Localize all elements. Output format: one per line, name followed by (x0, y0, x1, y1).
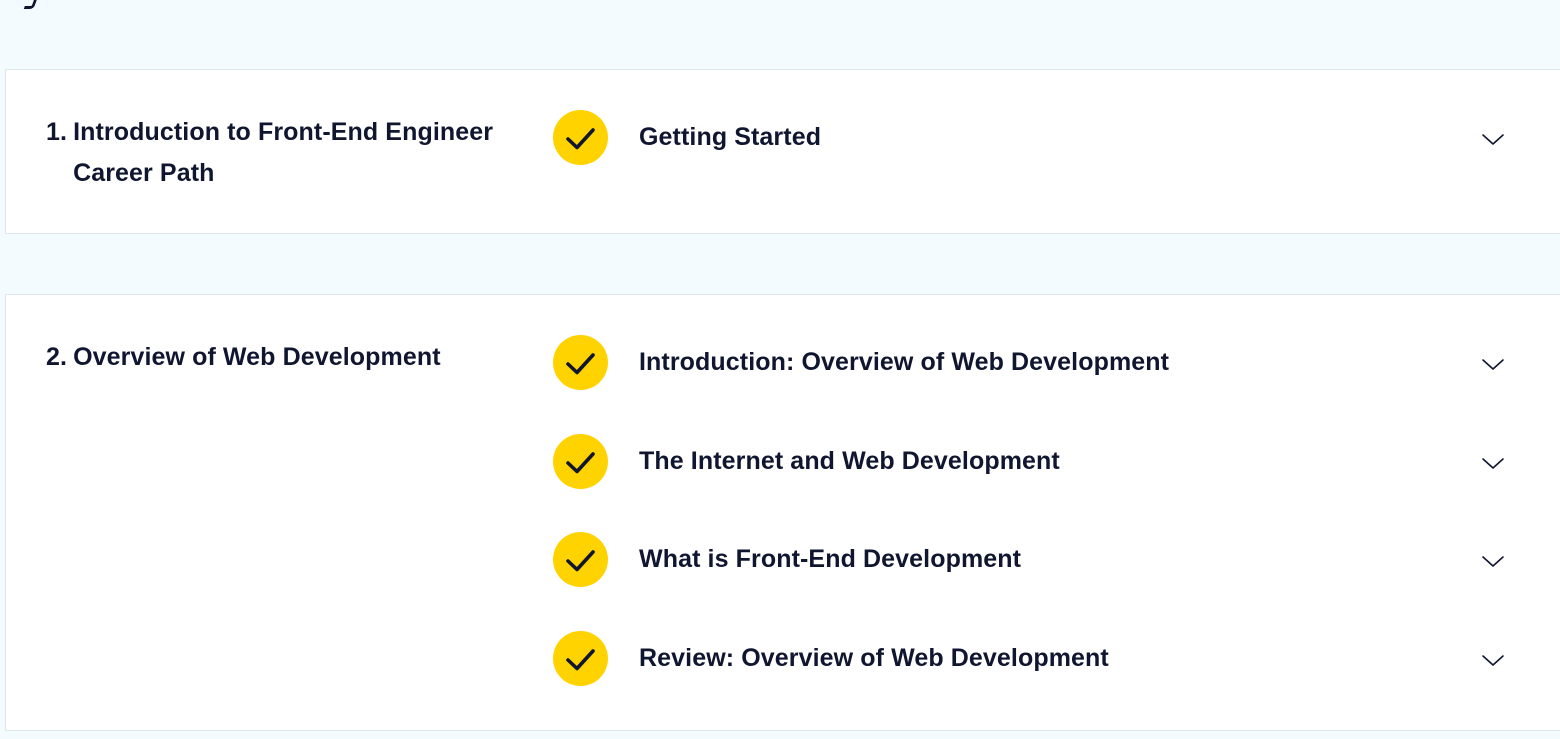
lesson-title[interactable]: What is Front-End Development (639, 542, 1021, 576)
checkmark-icon (553, 532, 608, 587)
lesson-title[interactable]: Introduction: Overview of Web Developmen… (639, 345, 1169, 379)
module-name: Overview of Web Development (73, 343, 441, 371)
lesson-item[interactable]: The Internet and Web Development (551, 433, 1521, 533)
checkmark-icon (553, 335, 608, 390)
lesson-item[interactable]: Review: Overview of Web Development (551, 630, 1521, 730)
module-card-1: 1. Introduction to Front-End Engineer Ca… (5, 69, 1560, 234)
module-card-2: 2. Overview of Web Development Introduct… (5, 294, 1560, 731)
module-title: 1. Introduction to Front-End Engineer Ca… (46, 112, 526, 194)
lesson-item[interactable]: Getting Started (551, 110, 1521, 209)
lesson-item[interactable]: What is Front-End Development (551, 532, 1521, 631)
chevron-down-icon[interactable] (1478, 353, 1508, 377)
chevron-down-icon[interactable] (1478, 649, 1508, 673)
checkmark-icon (553, 433, 608, 489)
checkmark-icon (553, 630, 608, 686)
cut-off-heading-fragment (23, 0, 39, 9)
module-name: Introduction to Front-End Engineer Caree… (73, 118, 494, 187)
checkmark-icon (553, 110, 608, 165)
lesson-list: Getting Started (551, 110, 1521, 209)
lesson-title[interactable]: Getting Started (639, 120, 821, 154)
chevron-down-icon[interactable] (1478, 128, 1508, 152)
module-number: 2. (46, 343, 68, 371)
chevron-down-icon[interactable] (1478, 452, 1508, 476)
lesson-title[interactable]: Review: Overview of Web Development (639, 641, 1109, 675)
chevron-down-icon[interactable] (1478, 550, 1508, 574)
module-number: 1. (46, 118, 68, 146)
lesson-item[interactable]: Introduction: Overview of Web Developmen… (551, 335, 1521, 434)
lesson-list: Introduction: Overview of Web Developmen… (551, 335, 1521, 729)
lesson-title[interactable]: The Internet and Web Development (639, 444, 1060, 478)
module-title: 2. Overview of Web Development (46, 337, 526, 378)
